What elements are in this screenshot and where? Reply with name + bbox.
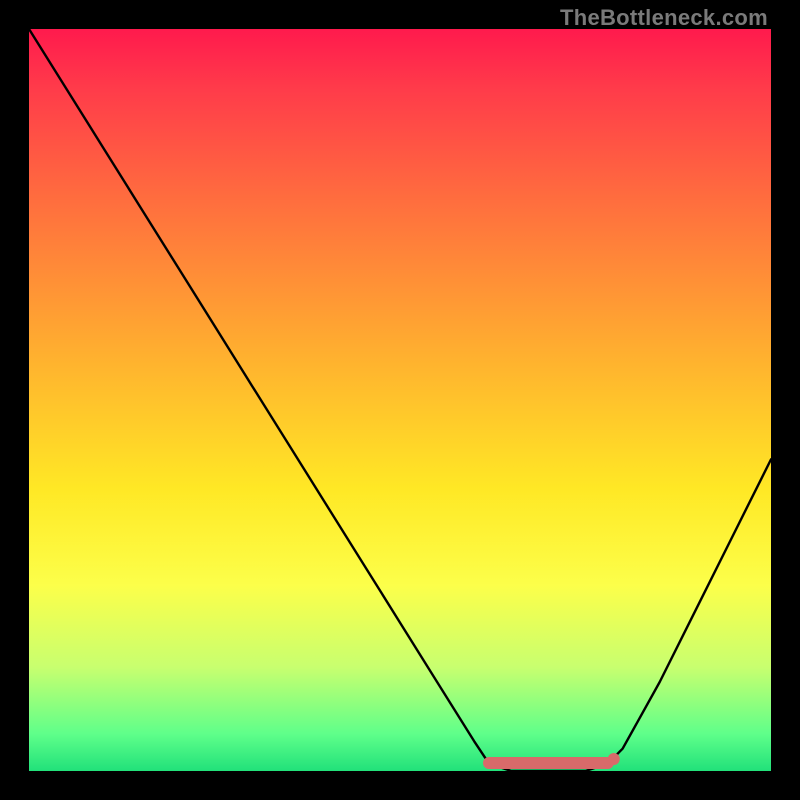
bottleneck-curve-line	[29, 29, 771, 771]
optimal-range-end-dot	[608, 753, 620, 765]
chart-frame: TheBottleneck.com	[0, 0, 800, 800]
chart-svg	[29, 29, 771, 771]
watermark-text: TheBottleneck.com	[560, 5, 768, 31]
plot-area	[29, 29, 771, 771]
